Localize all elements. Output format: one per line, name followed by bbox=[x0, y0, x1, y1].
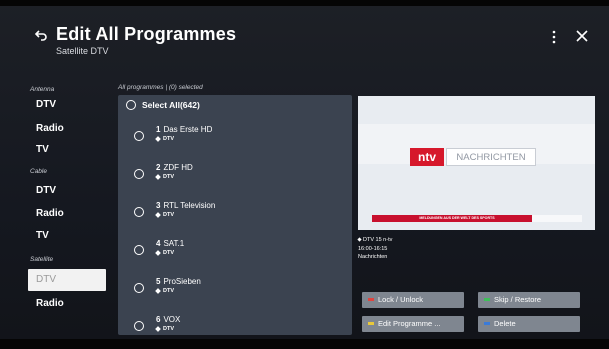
edit-programme-button[interactable]: Edit Programme ... bbox=[362, 316, 464, 332]
close-icon[interactable] bbox=[576, 30, 588, 42]
programme-name: 1 Das Erste HD bbox=[156, 125, 212, 134]
select-all-label: Select All(642) bbox=[142, 100, 200, 110]
programme-band: DTV bbox=[155, 173, 174, 180]
list-item[interactable]: 6 VOX DTV bbox=[118, 307, 352, 335]
page-subtitle: Satellite DTV bbox=[56, 46, 109, 56]
programme-number: 6 bbox=[156, 315, 161, 324]
band-label: DTV bbox=[163, 250, 174, 256]
programme-band: DTV bbox=[155, 211, 174, 218]
channel-logo: ntv bbox=[410, 148, 444, 166]
page-title: Edit All Programmes bbox=[56, 24, 237, 44]
programme-name: 4 SAT.1 bbox=[156, 239, 184, 248]
band-icon bbox=[155, 249, 161, 256]
sidebar-group-satellite: Satellite bbox=[30, 256, 54, 263]
band-icon bbox=[155, 211, 161, 218]
programme-list: Select All(642) 1 Das Erste HD DTV 2 ZDF H… bbox=[118, 95, 352, 335]
select-all-radio[interactable] bbox=[126, 100, 136, 110]
radio-button[interactable] bbox=[134, 321, 144, 331]
sidebar-group-cable: Cable bbox=[30, 168, 47, 175]
programme-name: 5 ProSieben bbox=[156, 277, 201, 286]
sidebar-item-antenna-tv[interactable]: TV bbox=[28, 139, 106, 161]
sidebar-item-satellite-radio[interactable]: Radio bbox=[28, 293, 106, 315]
delete-label: Delete bbox=[494, 319, 516, 328]
band-icon bbox=[357, 237, 362, 242]
programme-name: 2 ZDF HD bbox=[156, 163, 193, 172]
bezel-top bbox=[0, 0, 609, 6]
band-icon bbox=[155, 135, 161, 142]
sidebar-group-antenna: Antenna bbox=[30, 86, 55, 93]
band-label: DTV bbox=[163, 136, 174, 142]
programme-band: DTV bbox=[155, 287, 174, 294]
programme-title: ZDF HD bbox=[163, 163, 193, 172]
edit-programme-label: Edit Programme ... bbox=[378, 319, 441, 328]
info-programme: Nachrichten bbox=[358, 254, 388, 260]
sidebar-item-antenna-dtv[interactable]: DTV bbox=[28, 94, 106, 116]
programme-title: Das Erste HD bbox=[163, 125, 213, 134]
band-icon bbox=[155, 173, 161, 180]
radio-button[interactable] bbox=[134, 207, 144, 217]
green-key-icon bbox=[484, 298, 490, 301]
ticker-badge bbox=[372, 215, 382, 222]
lock-unlock-label: Lock / Unlock bbox=[378, 295, 424, 304]
list-item[interactable]: 1 Das Erste HD DTV bbox=[118, 117, 352, 155]
band-label: DTV bbox=[163, 288, 174, 294]
radio-button[interactable] bbox=[134, 169, 144, 179]
yellow-key-icon bbox=[368, 322, 374, 325]
radio-button[interactable] bbox=[134, 245, 144, 255]
band-icon bbox=[155, 287, 161, 294]
sidebar-item-satellite-dtv[interactable]: DTV bbox=[28, 269, 106, 291]
skip-restore-label: Skip / Restore bbox=[494, 295, 542, 304]
programme-band: DTV bbox=[155, 135, 174, 142]
radio-button[interactable] bbox=[134, 283, 144, 293]
programme-name: 6 VOX bbox=[156, 315, 180, 324]
programme-band: DTV bbox=[155, 249, 174, 256]
more-options-icon[interactable] bbox=[552, 30, 556, 44]
skip-restore-button[interactable]: Skip / Restore bbox=[478, 292, 580, 308]
programme-info: DTV 15 n-tv 16:00-16:15 Nachrichten bbox=[357, 236, 393, 262]
programme-name: 3 RTL Television bbox=[156, 201, 215, 210]
delete-button[interactable]: Delete bbox=[478, 316, 580, 332]
programme-title: ProSieben bbox=[163, 277, 201, 286]
select-all-row[interactable]: Select All(642) bbox=[118, 95, 352, 115]
bezel-bottom bbox=[0, 339, 609, 349]
list-item[interactable]: 4 SAT.1 DTV bbox=[118, 231, 352, 269]
channel-preview: ntv NACHRICHTEN MELDUNGEN AUS DER WELT D… bbox=[358, 96, 595, 230]
list-item[interactable]: 3 RTL Television DTV bbox=[118, 193, 352, 231]
programme-number: 2 bbox=[156, 163, 161, 172]
sidebar-item-cable-dtv[interactable]: DTV bbox=[28, 180, 106, 202]
lock-unlock-button[interactable]: Lock / Unlock bbox=[362, 292, 464, 308]
sidebar-item-cable-radio[interactable]: Radio bbox=[28, 203, 106, 225]
blue-key-icon bbox=[484, 322, 490, 325]
programme-band: DTV bbox=[155, 325, 174, 332]
programme-number: 5 bbox=[156, 277, 161, 286]
band-label: DTV bbox=[163, 212, 174, 218]
red-key-icon bbox=[368, 298, 374, 301]
list-item[interactable]: 5 ProSieben DTV bbox=[118, 269, 352, 307]
channel-logo-caption: NACHRICHTEN bbox=[446, 148, 536, 166]
back-arrow-icon[interactable] bbox=[34, 28, 48, 42]
programme-title: SAT.1 bbox=[163, 239, 185, 248]
programme-number: 4 bbox=[156, 239, 161, 248]
list-item[interactable]: 2 ZDF HD DTV bbox=[118, 155, 352, 193]
news-ticker: MELDUNGEN AUS DER WELT DES SPORTS bbox=[382, 215, 532, 222]
band-icon bbox=[155, 325, 161, 332]
programme-number: 3 bbox=[156, 201, 161, 210]
info-channel: DTV 15 n-tv bbox=[363, 237, 393, 243]
tv-screen: Edit All Programmes Satellite DTV Antenn… bbox=[0, 0, 609, 349]
band-label: DTV bbox=[163, 174, 174, 180]
sidebar-item-antenna-radio[interactable]: Radio bbox=[28, 118, 106, 140]
programme-number: 1 bbox=[156, 125, 161, 134]
sidebar-item-cable-tv[interactable]: TV bbox=[28, 225, 106, 247]
programme-title: RTL Television bbox=[163, 201, 216, 210]
info-time: 16:00-16:15 bbox=[358, 245, 388, 252]
list-header: All programmes | (0) selected bbox=[118, 84, 203, 91]
radio-button[interactable] bbox=[134, 131, 144, 141]
programme-title: VOX bbox=[163, 315, 181, 324]
band-label: DTV bbox=[163, 326, 174, 332]
